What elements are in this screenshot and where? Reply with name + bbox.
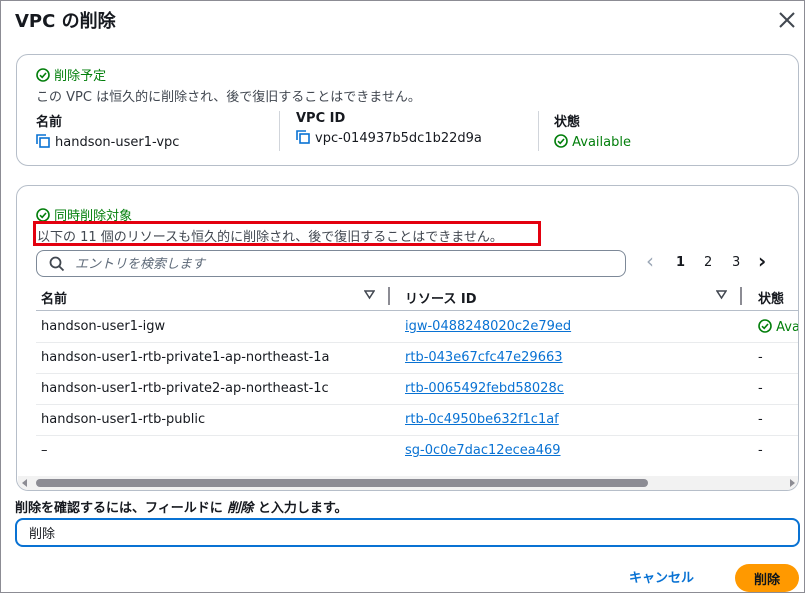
sort-caret-icon[interactable] (716, 289, 727, 300)
row-resource-id-link[interactable]: igw-0488248020c2e79ed (405, 319, 571, 334)
horizontal-scrollbar[interactable] (18, 476, 798, 490)
row-resource-id-link[interactable]: rtb-043e67cfc47e29663 (405, 350, 563, 365)
column-header-name[interactable]: 名前 (41, 288, 67, 307)
related-description: 以下の 11 個のリソースも恒久的に削除され、後で復旧することはできません。 (37, 230, 503, 245)
row-state: Ava (758, 319, 799, 335)
page-1-button[interactable]: 1 (676, 255, 685, 270)
confirm-label-prefix: 削除を確認するには、フィールドに (15, 501, 228, 516)
row-resource-id-link[interactable]: sg-0c0e7dac12ecea469 (405, 443, 561, 458)
sort-caret-icon[interactable] (364, 289, 375, 300)
state-label: 状態 (554, 115, 581, 130)
vpcid-value: vpc-014937b5dc1b22d9a (296, 130, 482, 146)
check-circle-icon (36, 208, 50, 222)
column-resizer[interactable] (388, 287, 390, 305)
row-state: - (758, 350, 763, 365)
row-name: handson-user1-rtb-private2-ap-northeast-… (41, 381, 329, 396)
delete-button[interactable]: 削除 (735, 564, 799, 592)
page-2-button[interactable]: 2 (704, 255, 712, 270)
table-row: handson-user1-rtb-private1-ap-northeast-… (36, 343, 798, 374)
confirm-keyword: 削除 (227, 501, 254, 516)
summary-heading-text: 削除予定 (54, 69, 107, 84)
related-resources-panel: 同時削除対象 以下の 11 個のリソースも恒久的に削除され、後で復旧することはで… (16, 185, 799, 491)
column-divider (538, 111, 539, 151)
row-resource-id-link[interactable]: rtb-0065492febd58028c (405, 381, 564, 396)
summary-description: この VPC は恒久的に削除され、後で復旧することはできません。 (36, 90, 421, 105)
state-column: 状態 Available (554, 111, 631, 151)
state-text: Available (572, 135, 631, 150)
confirm-delete-input[interactable] (15, 518, 800, 547)
summary-heading: 削除予定 (36, 65, 106, 84)
vpcid-label: VPC ID (296, 111, 346, 126)
state-value: Available (554, 134, 631, 150)
table-row: – sg-0c0e7dac12ecea469 - (36, 436, 798, 467)
table-row: handson-user1-rtb-public rtb-0c4950be632… (36, 405, 798, 436)
check-circle-icon (758, 319, 772, 333)
row-name: – (41, 443, 48, 458)
vpcid-column: VPC ID vpc-014937b5dc1b22d9a (296, 111, 482, 151)
name-value: handson-user1-vpc (36, 134, 179, 150)
dialog-title: VPC の削除 (15, 11, 116, 32)
vpc-summary-panel: 削除予定 この VPC は恒久的に削除され、後で復旧することはできません。 名前… (16, 54, 799, 166)
check-circle-icon (36, 68, 50, 82)
search-box[interactable] (36, 250, 626, 277)
row-state: - (758, 412, 763, 427)
scroll-right-arrow-icon[interactable] (790, 479, 795, 487)
page-3-button[interactable]: 3 (732, 255, 740, 270)
row-state: - (758, 443, 763, 458)
copy-icon[interactable] (36, 134, 50, 148)
search-input[interactable] (75, 254, 615, 274)
column-header-state[interactable]: 状態 (758, 288, 784, 307)
name-label: 名前 (36, 115, 63, 130)
table-header: 名前 リソース ID 状態 (36, 281, 798, 311)
search-icon (49, 256, 65, 272)
column-divider (279, 111, 280, 151)
table-row: handson-user1-rtb-private2-ap-northeast-… (36, 374, 798, 405)
column-resizer[interactable] (740, 287, 742, 305)
row-name: handson-user1-rtb-public (41, 412, 206, 427)
confirm-label-suffix: と入力します。 (253, 501, 348, 516)
scroll-left-arrow-icon[interactable] (22, 479, 27, 487)
vpc-name-text: handson-user1-vpc (55, 135, 180, 150)
row-state-text: Ava (776, 320, 799, 335)
delete-vpc-dialog: VPC の削除 削除予定 この VPC は恒久的に削除され、後で復旧することはで… (0, 0, 805, 593)
name-column: 名前 handson-user1-vpc (36, 111, 179, 151)
copy-icon[interactable] (296, 130, 310, 144)
next-page-button[interactable]: › (758, 249, 766, 273)
table-row: handson-user1-igw igw-0488248020c2e79ed … (36, 312, 799, 343)
prev-page-button[interactable]: ‹ (646, 249, 654, 273)
check-circle-icon (554, 134, 568, 148)
row-resource-id-link[interactable]: rtb-0c4950be632f1c1af (405, 412, 559, 427)
row-name: handson-user1-rtb-private1-ap-northeast-… (41, 350, 330, 365)
row-name: handson-user1-igw (41, 319, 166, 334)
cancel-button[interactable]: キャンセル (629, 567, 694, 586)
confirm-label: 削除を確認するには、フィールドに 削除 と入力します。 (15, 497, 348, 516)
row-state: - (758, 381, 763, 396)
close-icon[interactable] (776, 9, 798, 31)
scrollbar-thumb[interactable] (36, 479, 648, 487)
column-header-resource-id[interactable]: リソース ID (405, 288, 477, 307)
vpc-id-text: vpc-014937b5dc1b22d9a (315, 131, 482, 146)
